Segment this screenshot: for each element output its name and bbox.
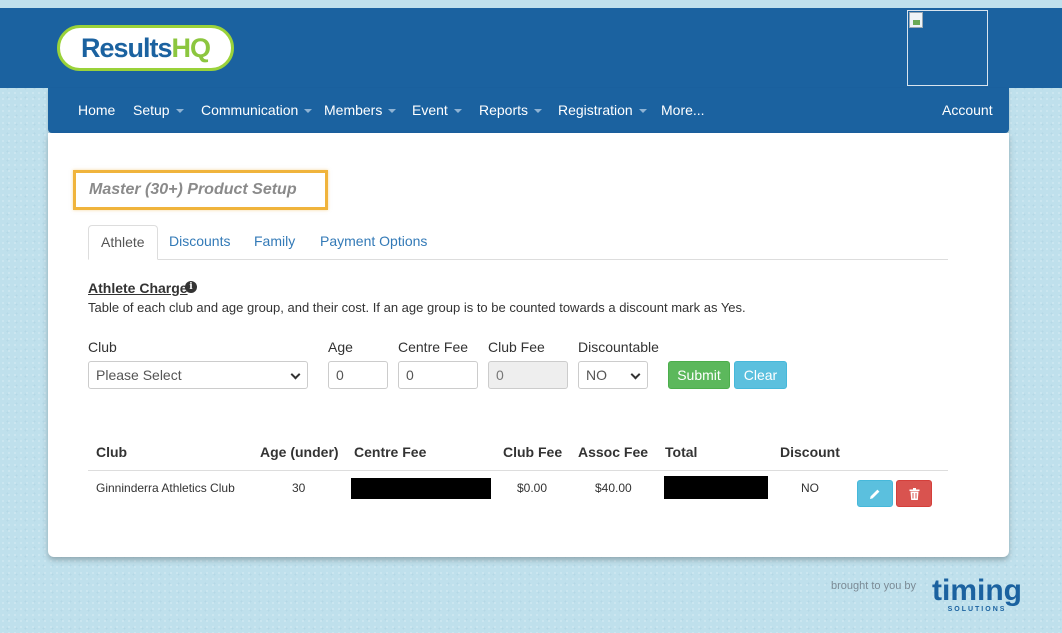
chevron-down-icon (290, 369, 301, 380)
main-navbar: Home Setup Communication Members Event R… (48, 88, 1009, 133)
page-title: Master (30+) Product Setup (89, 181, 297, 198)
age-input-value: 0 (336, 367, 344, 383)
cell-assoc-fee: $40.00 (595, 481, 632, 495)
col-header-centre-fee: Centre Fee (354, 444, 427, 460)
col-header-total: Total (665, 444, 698, 460)
cell-age: 30 (292, 481, 306, 495)
club-fee-input: 0 (488, 361, 568, 389)
centre-fee-input-value: 0 (406, 367, 414, 383)
nav-label: Account (942, 102, 993, 118)
club-select-value: Please Select (96, 367, 182, 383)
cell-club: Ginninderra Athletics Club (96, 481, 235, 495)
section-description: Table of each club and age group, and th… (88, 300, 746, 315)
col-header-discount: Discount (780, 444, 840, 460)
clear-button[interactable]: Clear (734, 361, 787, 389)
footer-logo-sub: SOLUTIONS (948, 606, 1007, 613)
caret-down-icon (175, 109, 184, 114)
cell-discount: NO (801, 481, 819, 495)
tab-family[interactable]: Family (242, 225, 307, 260)
pencil-icon (870, 489, 880, 499)
nav-item-communication[interactable]: Communication (201, 88, 313, 133)
redacted-total (664, 476, 768, 499)
nav-label: Event (412, 102, 448, 118)
trash-icon (909, 487, 919, 500)
nav-item-home[interactable]: Home (78, 88, 115, 133)
caret-down-icon (638, 109, 647, 114)
col-header-assoc-fee: Assoc Fee (578, 444, 649, 460)
footer-logo-word: timing (932, 574, 1022, 607)
club-select[interactable]: Please Select (88, 361, 308, 389)
centre-fee-input[interactable]: 0 (398, 361, 478, 389)
discountable-label: Discountable (578, 339, 659, 355)
nav-label: Registration (558, 102, 633, 118)
tab-payment-options[interactable]: Payment Options (308, 225, 439, 260)
tab-athlete[interactable]: Athlete (88, 225, 158, 260)
edit-button[interactable] (857, 480, 893, 507)
broken-image-placeholder (907, 10, 988, 86)
nav-item-account[interactable]: Account (942, 88, 993, 133)
footer-brought-by: brought to you by (831, 580, 917, 592)
nav-label: Home (78, 102, 116, 118)
top-strip (0, 0, 1062, 8)
broken-image-icon (909, 12, 923, 28)
nav-item-registration[interactable]: Registration (558, 88, 647, 133)
nav-item-members[interactable]: Members (324, 88, 397, 133)
caret-down-icon (388, 109, 397, 114)
club-fee-label: Club Fee (488, 339, 545, 355)
club-fee-input-value: 0 (496, 367, 504, 383)
caret-down-icon (304, 109, 313, 114)
delete-button[interactable] (896, 480, 932, 507)
nav-label: Communication (201, 102, 299, 118)
section-title: Athlete Charge (88, 280, 188, 296)
nav-item-more[interactable]: More... (661, 88, 705, 133)
logo-text-results: Results (80, 32, 173, 63)
chevron-down-icon (630, 369, 641, 380)
caret-down-icon (534, 109, 543, 114)
table-header-rule (88, 470, 948, 471)
age-input[interactable]: 0 (328, 361, 388, 389)
col-header-club: Club (96, 444, 128, 460)
submit-button[interactable]: Submit (668, 361, 730, 389)
col-header-club-fee: Club Fee (503, 444, 563, 460)
centre-fee-label: Centre Fee (398, 339, 469, 355)
redacted-centre-fee (351, 478, 491, 499)
nav-label: Members (324, 102, 383, 118)
col-header-age: Age (under) (260, 444, 339, 460)
resultshq-logo[interactable]: Results HQ (57, 25, 234, 71)
cell-club-fee: $0.00 (517, 481, 548, 495)
logo-text-hq: HQ (171, 32, 211, 63)
caret-down-icon (453, 109, 462, 114)
discountable-select[interactable]: NO (578, 361, 648, 389)
tab-discounts[interactable]: Discounts (157, 225, 242, 260)
club-label: Club (88, 339, 117, 355)
nav-item-event[interactable]: Event (412, 88, 462, 133)
discountable-select-value: NO (586, 367, 607, 383)
info-icon[interactable]: i (185, 281, 197, 293)
nav-item-setup[interactable]: Setup (133, 88, 184, 133)
timing-solutions-logo[interactable]: timing SOLUTIONS (925, 574, 1029, 616)
site-header: Results HQ (0, 8, 1062, 88)
nav-label: Setup (133, 102, 170, 118)
nav-item-reports[interactable]: Reports (479, 88, 543, 133)
nav-label: Reports (479, 102, 529, 118)
age-label: Age (328, 339, 353, 355)
nav-label: More... (661, 102, 705, 118)
